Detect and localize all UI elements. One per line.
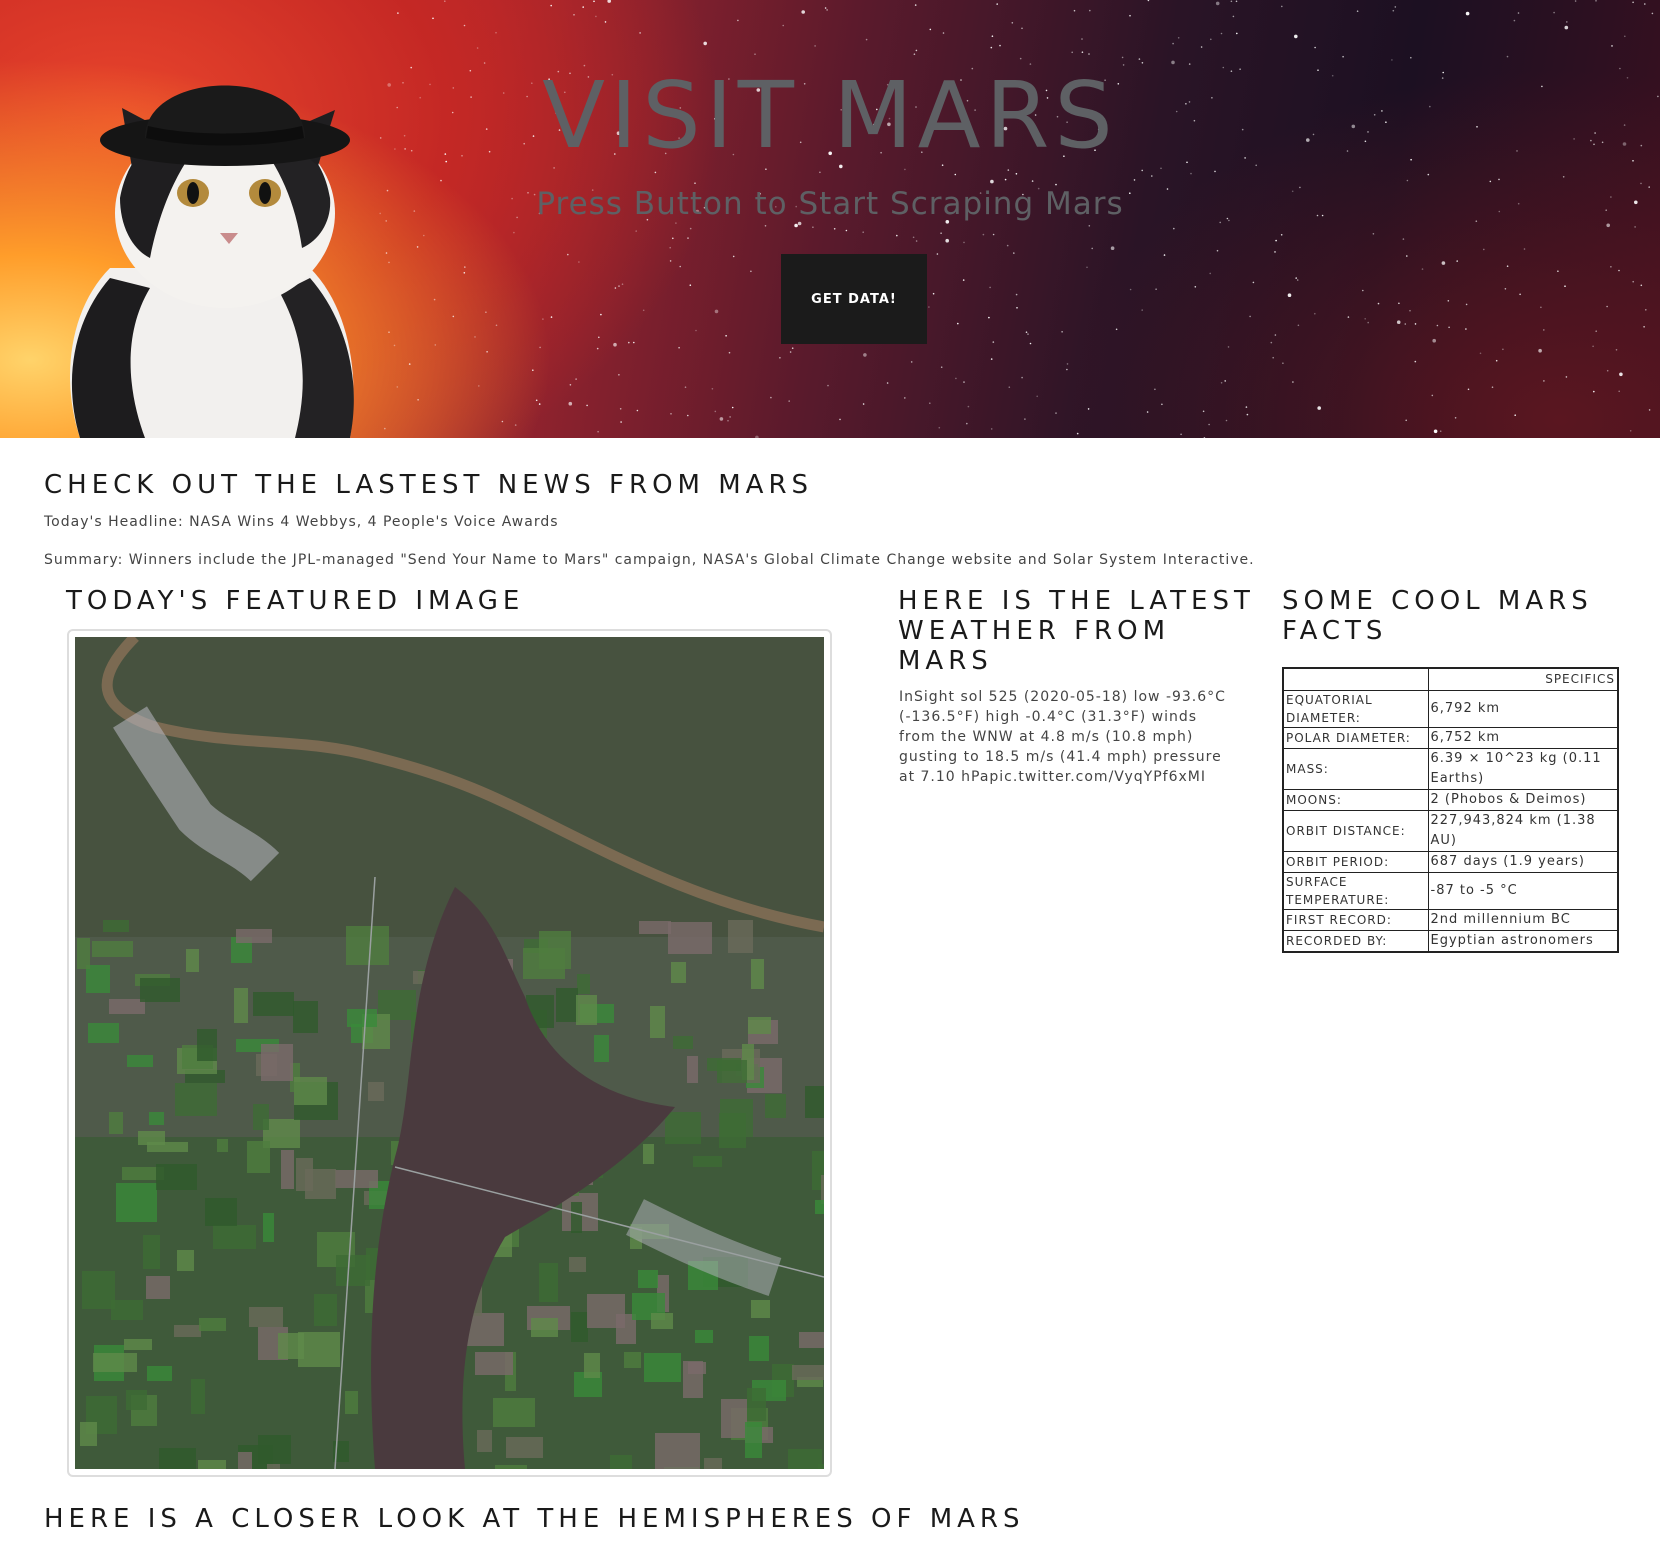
- facts-table-row: Recorded By: Egyptian astronomers: [1282, 929, 1619, 952]
- facts-table-row: Mass: 6.39 × 10^23 kg (0.11 Earths): [1282, 747, 1619, 790]
- facts-table-column-header: SPECIFICS: [1427, 667, 1619, 691]
- facts-table-row: Equatorial Diameter: 6,792 km: [1282, 689, 1619, 728]
- facts-heading-line: SOME COOL MARS: [1282, 586, 1593, 616]
- hero-subtitle: Press Button to Start Scraping Mars: [536, 186, 1124, 222]
- fact-label: Orbit Period:: [1282, 850, 1429, 873]
- weather-report: InSight sol 525 (2020-05-18) low -93.6°C…: [899, 689, 1226, 785]
- fact-label: Mass:: [1282, 747, 1429, 790]
- featured-image-frame: [67, 629, 832, 1477]
- facts-table-header-row: SPECIFICS: [1282, 667, 1619, 691]
- facts-table-row: Surface Temperature: -87 to -5 °C: [1282, 871, 1619, 910]
- facts-table-row: Moons: 2 (Phobos & Deimos): [1282, 788, 1619, 811]
- featured-image-heading: TODAY'S FEATURED IMAGE: [66, 586, 525, 616]
- featured-satellite-image[interactable]: [75, 637, 824, 1469]
- hero-title: VISIT MARS: [542, 62, 1118, 169]
- fact-label: First Record:: [1282, 908, 1429, 931]
- fact-label: Surface Temperature:: [1282, 871, 1429, 910]
- fact-value: 227,943,824 km (1.38 AU): [1427, 809, 1619, 852]
- weather-heading-line: HERE IS THE LATEST: [898, 586, 1255, 616]
- fact-value: -87 to -5 °C: [1427, 871, 1619, 910]
- mars-facts-table: SPECIFICS Equatorial Diameter: 6,792 km Po…: [1282, 667, 1619, 953]
- fact-label: Recorded By:: [1282, 929, 1429, 952]
- fact-value: 6.39 × 10^23 kg (0.11 Earths): [1427, 747, 1619, 790]
- news-heading: CHECK OUT THE LASTEST NEWS FROM MARS: [44, 470, 814, 500]
- weather-heading: HERE IS THE LATEST WEATHER FROM MARS: [898, 586, 1255, 676]
- get-data-button[interactable]: GET DATA!: [781, 254, 927, 344]
- fact-value: 6,752 km: [1427, 726, 1619, 749]
- facts-table-blank-header: [1282, 667, 1429, 691]
- weather-heading-line: MARS: [898, 646, 993, 676]
- facts-table-row: First Record: 2nd millennium BC: [1282, 908, 1619, 931]
- fact-value: 2nd millennium BC: [1427, 908, 1619, 931]
- fact-value: 2 (Phobos & Deimos): [1427, 788, 1619, 811]
- fact-label: Polar Diameter:: [1282, 726, 1429, 749]
- facts-table-row: Orbit Period: 687 days (1.9 years): [1282, 850, 1619, 873]
- facts-heading-line: FACTS: [1282, 616, 1388, 646]
- fact-label: Orbit Distance:: [1282, 809, 1429, 852]
- news-summary: Summary: Winners include the JPL-managed…: [44, 552, 1255, 568]
- facts-table-row: Polar Diameter: 6,752 km: [1282, 726, 1619, 749]
- fact-label: Moons:: [1282, 788, 1429, 811]
- fact-label: Equatorial Diameter:: [1282, 689, 1429, 728]
- facts-table-row: Orbit Distance: 227,943,824 km (1.38 AU): [1282, 809, 1619, 852]
- hemispheres-heading: HERE IS A CLOSER LOOK AT THE HEMISPHERES…: [44, 1504, 1025, 1534]
- weather-heading-line: WEATHER FROM: [898, 616, 1171, 646]
- hero-banner: VISIT MARS Press Button to Start Scrapin…: [0, 0, 1660, 438]
- news-headline: Today's Headline: NASA Wins 4 Webbys, 4 …: [44, 514, 559, 530]
- fact-value: Egyptian astronomers: [1427, 929, 1619, 952]
- facts-heading: SOME COOL MARS FACTS: [1282, 586, 1593, 646]
- fact-value: 6,792 km: [1427, 689, 1619, 728]
- fact-value: 687 days (1.9 years): [1427, 850, 1619, 873]
